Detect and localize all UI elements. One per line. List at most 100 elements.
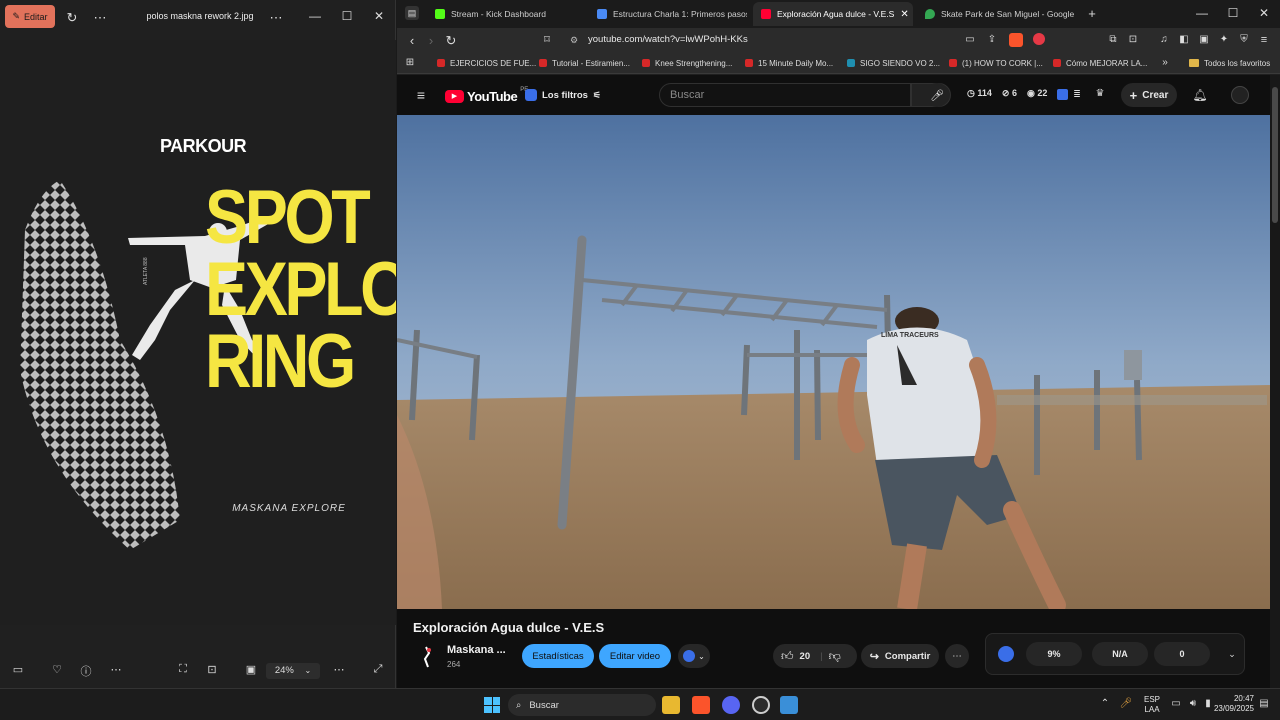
actual-size-icon[interactable]: ⊡ [204, 663, 220, 679]
leo-icon[interactable]: ✦ [1217, 33, 1231, 47]
like-icon[interactable]: 👍︎ [781, 649, 794, 664]
youtube-logo[interactable]: ▶ YouTube PE [445, 87, 528, 105]
tab-docs[interactable]: Estructura Charla 1: Primeros pasos e [589, 2, 747, 26]
rewards-icon[interactable] [1033, 33, 1045, 45]
page-scrollbar[interactable] [1270, 75, 1280, 688]
menu-icon[interactable]: ≡ [1257, 33, 1271, 47]
more-actions-button[interactable]: ⋯ [945, 644, 969, 668]
share-label: Compartir [884, 650, 931, 662]
bookmark-label: Knee Strengthening... [655, 58, 733, 68]
photos-app-icon[interactable] [780, 696, 798, 714]
share-button[interactable]: ↪ Compartir [861, 644, 939, 668]
bookmark-6[interactable]: (1) HOW TO CORK |... [949, 57, 1043, 69]
folder-icon [1189, 59, 1199, 67]
fullscreen-icon[interactable]: ⤢ [370, 663, 386, 679]
zoom-more-icon[interactable]: ⋯ [331, 663, 347, 679]
bookmark-7[interactable]: Cómo MEJORAR LA... [1053, 57, 1147, 69]
browser-maximize[interactable]: ☐ [1225, 5, 1241, 21]
more-options-icon[interactable]: ⋯ [92, 9, 108, 25]
volume-icon[interactable]: 🔊︎ [1187, 698, 1199, 710]
channel-name[interactable]: Maskana ... [447, 644, 506, 656]
bookmark-icon[interactable]: ⌑ [540, 33, 554, 47]
site-info-icon[interactable]: ⚙ [570, 31, 578, 49]
fit-screen-icon[interactable]: ⛶ [175, 663, 191, 679]
brave-icon[interactable] [692, 696, 710, 714]
ext-dropdown-button[interactable]: ⌄ [678, 644, 710, 668]
youtube-play-icon: ▶ [445, 89, 464, 103]
list-icon[interactable]: ≣ [1071, 88, 1083, 100]
more-bookmarks-icon[interactable]: » [1160, 56, 1170, 70]
share-icon[interactable]: ⇪ [985, 33, 999, 47]
brave-shield-icon[interactable] [1009, 33, 1023, 47]
minimize-button[interactable]: — [307, 8, 323, 24]
create-button[interactable]: + Crear [1121, 83, 1177, 107]
favorite-icon[interactable]: ♡ [49, 663, 65, 679]
microphone-icon[interactable]: 🎤︎ [1120, 698, 1133, 710]
media-icon[interactable]: ♫ [1157, 33, 1171, 47]
filters-button[interactable]: Los filtros ⚟ [525, 86, 601, 104]
bookmark-1[interactable]: EJERCICIOS DE FUE... [437, 57, 536, 69]
file-explorer-icon[interactable] [662, 696, 680, 714]
back-icon[interactable]: ‹ [405, 33, 419, 47]
tab-maps[interactable]: Skate Park de San Miguel - Google M [917, 2, 1077, 26]
dislike-icon[interactable]: 👎︎ [829, 649, 841, 664]
tab-close-icon[interactable]: ✕ [900, 9, 908, 20]
notification-center-icon[interactable]: ▤ [1258, 698, 1270, 710]
rotate-icon[interactable]: ↻ [64, 9, 80, 25]
taskbar-search[interactable]: ⌕ Buscar [508, 694, 656, 716]
close-button[interactable]: ✕ [371, 8, 387, 24]
ext-icon[interactable] [1057, 89, 1068, 100]
extensions-icon[interactable]: ⧉ [1106, 33, 1120, 47]
voice-search-icon[interactable]: 🎤︎ [925, 83, 949, 107]
bookmark-5[interactable]: SIGO SIENDO VO 2... [847, 57, 940, 69]
stats-button[interactable]: Estadísticas [522, 644, 594, 668]
info-icon[interactable]: ⓘ [78, 663, 94, 679]
sidebar-icon[interactable]: ◧ [1177, 33, 1191, 47]
video-player[interactable]: LIMA TRACEURS [397, 115, 1270, 609]
trophy-icon[interactable]: ♛ [1094, 88, 1106, 100]
scrollbar-thumb[interactable] [1272, 87, 1278, 223]
chevron-down-icon[interactable]: ⌄ [1226, 648, 1238, 660]
title-more-icon[interactable]: ⋯ [268, 9, 284, 25]
apps-grid-icon[interactable]: ⊞ [403, 56, 417, 70]
forward-icon[interactable]: › [424, 33, 438, 47]
edit-video-button[interactable]: Editar video [599, 644, 671, 668]
tab-kick[interactable]: Stream - Kick Dashboard [427, 2, 587, 26]
channel-avatar[interactable] [417, 645, 435, 669]
edit-button[interactable]: ✎ Editar [5, 5, 55, 28]
more-icon[interactable]: ⋯ [108, 663, 124, 679]
search-input[interactable]: Buscar [659, 83, 911, 107]
reload-icon[interactable]: ↻ [444, 33, 458, 47]
windows-start-icon[interactable] [484, 697, 500, 713]
cast-icon[interactable]: ▭ [963, 33, 977, 47]
bookmark-2[interactable]: Tutorial - Estiramien... [539, 57, 630, 69]
discord-icon[interactable] [722, 696, 740, 714]
bookmark-label: (1) HOW TO CORK |... [962, 58, 1043, 68]
ext-panel-icon[interactable] [998, 646, 1014, 662]
clock[interactable]: 20:47 23/09/2025 [1206, 694, 1254, 714]
hamburger-icon[interactable]: ≡ [413, 87, 429, 103]
browser-close[interactable]: ✕ [1256, 5, 1272, 21]
tab-youtube[interactable]: Exploración Agua dulce - V.E.S ✕ [753, 2, 913, 26]
notifications-icon[interactable]: 🔔︎ [1192, 87, 1207, 103]
stats-counters: ◷ 114 ⊘ 6 ◉ 22 [967, 88, 1047, 99]
screenshot-icon[interactable]: ⊡ [1126, 33, 1140, 47]
bookmark-3[interactable]: Knee Strengthening... [642, 57, 732, 69]
all-bookmarks[interactable]: Todos los favoritos [1189, 57, 1270, 69]
views-counter: ◷ 114 [967, 88, 992, 98]
bookmark-4[interactable]: 15 Minute Daily Mo... [745, 57, 833, 69]
avatar[interactable] [1231, 86, 1249, 104]
browser-minimize[interactable]: — [1194, 5, 1210, 21]
maximize-button[interactable]: ☐ [339, 8, 355, 24]
new-tab-icon[interactable]: + [1085, 6, 1099, 20]
filmstrip-icon[interactable]: ▭ [10, 663, 26, 679]
zoom-fit-icon[interactable]: ▣ [243, 663, 259, 679]
wallet-icon[interactable]: ▣ [1197, 33, 1211, 47]
language-indicator[interactable]: ESP LAA [1144, 695, 1160, 715]
tab-actions-icon[interactable]: ▤ [405, 6, 419, 20]
tray-overflow-icon[interactable]: ⌃ [1099, 698, 1111, 710]
vpn-icon[interactable]: ⛨ [1237, 33, 1251, 47]
zoom-select[interactable]: 24% ⌄ [266, 663, 320, 679]
network-icon[interactable]: ▭ [1170, 698, 1182, 710]
steam-icon[interactable] [752, 696, 770, 714]
